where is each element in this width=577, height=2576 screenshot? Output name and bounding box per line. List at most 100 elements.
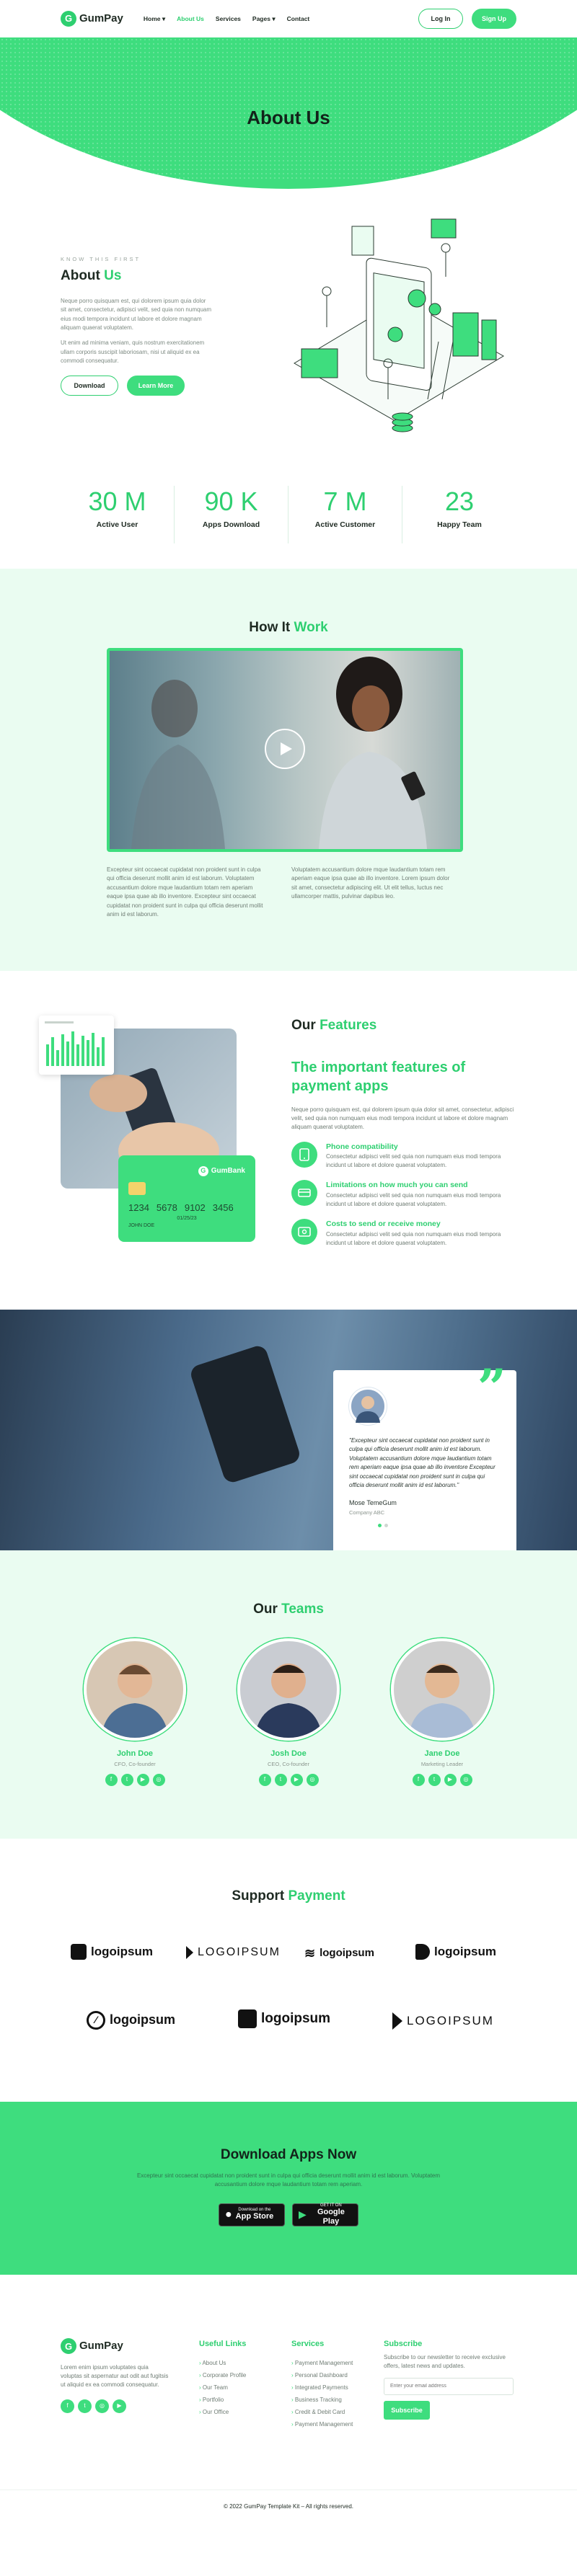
youtube-icon[interactable]: ▶: [113, 2399, 126, 2413]
card-chip: [128, 1182, 146, 1195]
stat-number: 23: [444, 487, 475, 516]
footer-link[interactable]: Our Office: [199, 2408, 246, 2417]
stats-section: 30 M Active User 90 K Apps Download 7 M Act…: [0, 464, 577, 569]
card-holder: JOHN DOE: [128, 1223, 155, 1228]
footer-link[interactable]: Corporate Profile: [199, 2371, 246, 2380]
signup-button[interactable]: Sign Up: [472, 9, 516, 29]
instagram-icon[interactable]: ◎: [152, 1773, 165, 1786]
page-title: About Us: [247, 107, 330, 128]
youtube-icon[interactable]: ▶: [136, 1773, 149, 1786]
bank-card: G GumBank 1234 5678 9102 3456 01/25/23 JOHN…: [118, 1155, 255, 1242]
nav-home[interactable]: Home ▾: [144, 14, 165, 24]
nav-home-label: Home: [143, 14, 161, 22]
footer-link[interactable]: Personal Dashboard: [291, 2371, 353, 2380]
facebook-icon[interactable]: f: [105, 1773, 118, 1786]
stat-label: Active User: [96, 520, 138, 530]
logo-text: GumPay: [79, 2340, 123, 2352]
footer-link[interactable]: Business Tracking: [291, 2396, 353, 2404]
instagram-icon[interactable]: ◎: [459, 1773, 472, 1786]
how-heading: How It Work: [0, 618, 577, 639]
footer-link[interactable]: Payment Management: [291, 2359, 353, 2368]
avatar: [349, 1387, 387, 1425]
nav-services[interactable]: Services: [216, 14, 241, 24]
footer-link[interactable]: Our Team: [199, 2384, 246, 2392]
partner-logo: LOGOIPSUM: [186, 1944, 281, 1961]
team-member: Josh Doe CEO, Co-founder f t ▶ ◎: [237, 1638, 340, 1786]
chevron-down-icon: ▾: [162, 14, 166, 22]
nav-pages[interactable]: Pages ▾: [252, 14, 276, 24]
video-player[interactable]: [107, 648, 463, 852]
footer-link[interactable]: Credit & Debit Card: [291, 2408, 353, 2417]
member-name: Josh Doe: [270, 1749, 307, 1758]
card-number: 1234 5678 9102 3456: [128, 1201, 245, 1215]
features-section: G GumBank 1234 5678 9102 3456 01/25/23 JOHN…: [0, 971, 577, 1310]
partner-logo: LOGOIPSUM: [392, 2012, 494, 2030]
nav-about-us[interactable]: About Us: [177, 14, 204, 24]
google-play-button[interactable]: ▶ GET IT ON Google Play: [292, 2203, 358, 2226]
facebook-icon[interactable]: f: [61, 2399, 74, 2413]
money-icon: [291, 1219, 317, 1245]
logo-icon: G: [61, 11, 76, 27]
logo-mark-icon: ⁄: [87, 2010, 105, 2030]
app-store-button[interactable]: ● Download on the App Store: [219, 2203, 285, 2226]
footer-logo[interactable]: G GumPay: [61, 2338, 169, 2355]
testimonial-section: ” "Excepteur sint occaecat cupidatat non…: [0, 1310, 577, 1550]
subscribe-button[interactable]: Subscribe: [384, 2400, 430, 2420]
carousel-dot[interactable]: [378, 1524, 382, 1527]
member-photo: [391, 1638, 493, 1741]
stat-label: Happy Team: [437, 520, 482, 530]
carousel-dot[interactable]: [384, 1524, 388, 1527]
features-heading-b: Features: [320, 1018, 377, 1033]
twitter-icon[interactable]: t: [120, 1773, 133, 1786]
teams-section: Our Teams John Doe CFO, Co-founder f t ▶ ◎ …: [0, 1550, 577, 1839]
twitter-icon[interactable]: t: [428, 1773, 441, 1786]
main-nav: Home ▾ About Us Services Pages ▾ Contact: [144, 14, 309, 24]
how-text-right: Voluptatem accusantium dolore mque lauda…: [291, 866, 450, 900]
download-button[interactable]: Download: [61, 376, 118, 396]
how-text-left: Excepteur sint occaecat cupidatat non pr…: [107, 866, 263, 918]
twitter-icon[interactable]: t: [274, 1773, 287, 1786]
card-number-group: 5678: [156, 1202, 177, 1213]
stat-number: 90 K: [204, 487, 258, 516]
play-button[interactable]: [265, 729, 305, 769]
hands-phone-photo: [188, 1343, 302, 1485]
twitter-icon[interactable]: t: [78, 2399, 92, 2413]
how-heading-a: How It: [249, 620, 294, 635]
nav-contact[interactable]: Contact: [287, 14, 310, 24]
feature-title: Phone compatibility: [326, 1142, 398, 1151]
feature-title: Costs to send or receive money: [326, 1220, 441, 1228]
footer-link[interactable]: About Us: [199, 2359, 246, 2368]
email-input[interactable]: [384, 2377, 514, 2395]
about-kicker: KNOW THIS FIRST: [61, 256, 141, 262]
features-subtitle: The important features of payment apps: [291, 1059, 466, 1094]
member-role: Marketing Leader: [420, 1760, 464, 1767]
subscribe-text: Subscribe to our newsletter to receive e…: [384, 2353, 506, 2369]
instagram-icon[interactable]: ◎: [306, 1773, 319, 1786]
carousel-dots: [94, 1524, 577, 1527]
team-member: Jane Doe Marketing Leader f t ▶ ◎: [391, 1638, 493, 1786]
youtube-icon[interactable]: ▶: [444, 1773, 457, 1786]
useful-links-title: Useful Links: [199, 2340, 247, 2348]
learn-more-button[interactable]: Learn More: [127, 376, 185, 396]
play-icon: [281, 742, 292, 755]
facebook-icon[interactable]: f: [258, 1773, 271, 1786]
stat-label: Apps Download: [202, 520, 260, 530]
instagram-icon[interactable]: ◎: [95, 2399, 109, 2413]
site-logo[interactable]: G GumPay: [61, 11, 123, 27]
support-heading-a: Support: [232, 1888, 288, 1904]
login-button[interactable]: Log In: [418, 9, 463, 29]
logo-mark-icon: ≋: [304, 1946, 316, 1960]
partner-logo: ⁄ logoipsum: [87, 2010, 175, 2030]
testimonial-name: Mose TemeGum: [349, 1499, 397, 1507]
footer-link[interactable]: Portfolio: [199, 2396, 246, 2404]
facebook-icon[interactable]: f: [412, 1773, 425, 1786]
stat-item: 7 M Active Customer: [288, 486, 402, 543]
partner-logo: logoipsum: [71, 1942, 153, 1961]
mini-chart-card: [39, 1016, 114, 1075]
youtube-icon[interactable]: ▶: [290, 1773, 303, 1786]
feature-text: Consectetur adipisci velit sed quia non …: [326, 1192, 501, 1207]
about-heading: About Us: [61, 266, 212, 287]
footer-link[interactable]: Integrated Payments: [291, 2384, 353, 2392]
team-member: John Doe CFO, Co-founder f t ▶ ◎: [84, 1638, 186, 1786]
footer-link[interactable]: Payment Management: [291, 2420, 353, 2429]
